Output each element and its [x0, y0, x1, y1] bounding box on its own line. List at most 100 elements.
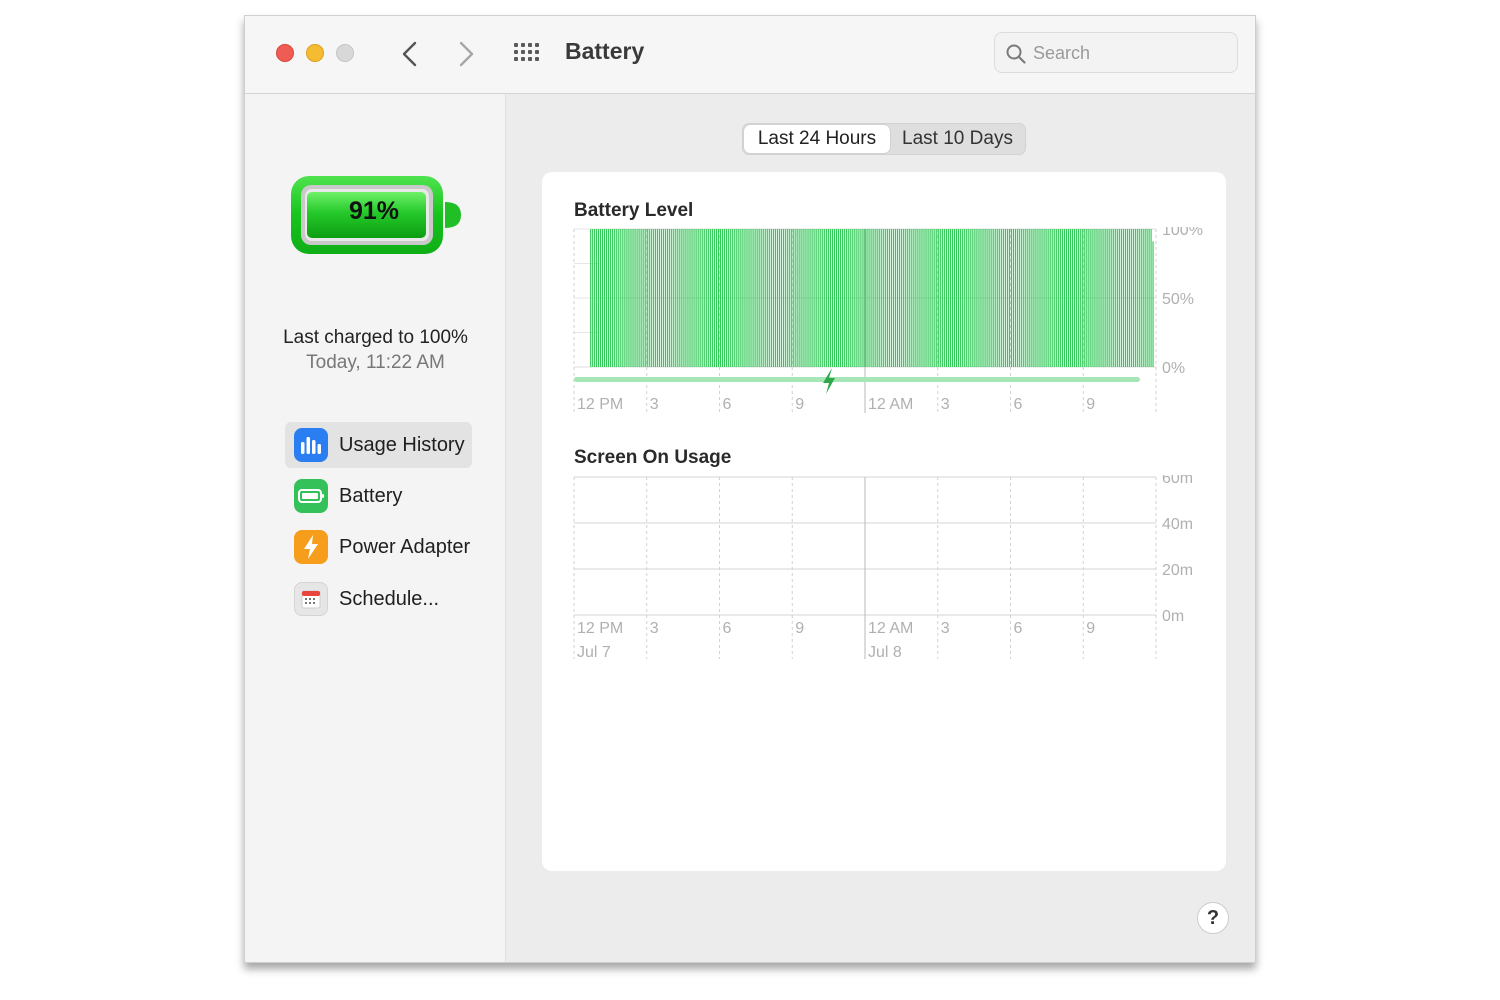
- battery-level-bar: [1079, 229, 1081, 367]
- battery-level-bar: [664, 229, 667, 367]
- battery-level-bar: [904, 229, 906, 367]
- minimize-window-button[interactable]: [306, 44, 324, 62]
- battery-level-bar: [995, 229, 997, 367]
- x-tick-label: 9: [1086, 620, 1095, 637]
- battery-level-bar: [1119, 229, 1121, 367]
- x-tick-label: 3: [650, 620, 659, 637]
- battery-level-bar: [991, 229, 993, 367]
- search-input[interactable]: [1033, 39, 1229, 67]
- sidebar-item-battery[interactable]: Battery: [285, 473, 402, 519]
- battery-level-bar: [649, 229, 651, 367]
- battery-level-bar: [796, 229, 798, 367]
- battery-level-bar: [863, 229, 865, 367]
- y-tick-label: 100%: [1162, 227, 1203, 239]
- zoom-window-button[interactable]: [336, 44, 354, 62]
- battery-level-bar: [778, 229, 781, 367]
- x-tick-label: 9: [795, 620, 804, 637]
- battery-level-bar: [969, 229, 971, 367]
- sidebar-item-power-adapter[interactable]: Power Adapter: [285, 524, 470, 570]
- battery-level-bar: [1083, 229, 1085, 367]
- battery-level-bar: [1128, 229, 1131, 367]
- battery-level-bar: [1040, 229, 1042, 367]
- close-window-button[interactable]: [276, 44, 294, 62]
- x-tick-label: 12 AM: [868, 620, 913, 637]
- battery-level-bar: [786, 229, 788, 367]
- battery-level-bar: [694, 229, 696, 367]
- battery-level-bar: [1150, 229, 1152, 367]
- chart-card: Battery Level 12 PM 3 6 9 12 AM 3 6 9 100% 50% 0% …: [542, 172, 1226, 871]
- x-tick-label: 3: [650, 396, 659, 413]
- battery-level-bar: [794, 229, 796, 367]
- battery-level-bar: [1054, 229, 1056, 367]
- battery-level-bar: [1020, 229, 1022, 367]
- back-chevron-icon[interactable]: [395, 38, 427, 70]
- battery-level-bar: [708, 229, 710, 367]
- battery-level-bar: [831, 229, 834, 367]
- battery-level-bar: [965, 229, 967, 367]
- battery-level-bar: [961, 229, 963, 367]
- battery-level-bar: [881, 229, 883, 367]
- battery-percent-label: 91%: [348, 197, 400, 225]
- battery-level-bar: [816, 229, 818, 367]
- battery-level-bar: [908, 229, 910, 367]
- search-field[interactable]: [994, 32, 1238, 73]
- battery-level-bar: [1105, 229, 1107, 367]
- battery-level-bar: [769, 229, 771, 367]
- battery-level-bar: [1087, 229, 1089, 367]
- battery-level-bar: [1140, 229, 1142, 367]
- sidebar-item-usage-history[interactable]: Usage History: [285, 422, 472, 468]
- battery-level-bar: [767, 229, 769, 367]
- forward-chevron-icon[interactable]: [449, 38, 481, 70]
- battery-level-bar: [672, 229, 674, 367]
- battery-level-bar: [1134, 229, 1136, 367]
- battery-level-bar: [613, 229, 615, 367]
- battery-level-bar: [710, 229, 712, 367]
- battery-level-bar: [818, 229, 820, 367]
- battery-level-bar: [1067, 229, 1070, 367]
- battery-level-bar: [1028, 229, 1030, 367]
- battery-level-bar: [643, 229, 645, 367]
- battery-level-bar: [855, 229, 857, 367]
- battery-level-bar: [916, 229, 918, 367]
- battery-level-bar: [727, 229, 729, 367]
- x-tick-label: 6: [1014, 396, 1023, 413]
- help-button[interactable]: ?: [1197, 902, 1229, 934]
- tab-last-10-days[interactable]: Last 10 Days: [892, 125, 1023, 153]
- battery-level-bar: [1034, 229, 1036, 367]
- battery-level-bar: [924, 229, 926, 367]
- battery-level-bar: [627, 229, 629, 367]
- battery-level-bar: [780, 229, 783, 367]
- battery-level-bar: [869, 229, 871, 367]
- battery-level-bar: [656, 229, 659, 367]
- battery-level-bar: [1146, 229, 1148, 367]
- battery-level-bar: [1001, 229, 1003, 367]
- tab-last-24-hours[interactable]: Last 24 Hours: [744, 125, 890, 153]
- battery-level-bar: [951, 229, 954, 367]
- sidebar-item-schedule[interactable]: Schedule...: [285, 576, 439, 622]
- battery-level-bar: [1050, 229, 1052, 367]
- battery-level-bar: [871, 229, 873, 367]
- battery-level-bar: [633, 229, 635, 367]
- battery-level-bar: [609, 229, 611, 367]
- battery-level-bar: [853, 229, 855, 367]
- show-all-grid-icon[interactable]: [511, 40, 543, 70]
- search-icon: [1006, 44, 1026, 64]
- x-tick-label: 3: [941, 396, 950, 413]
- battery-level-bar: [977, 229, 979, 367]
- usage-history-icon: [294, 428, 328, 462]
- battery-level-bar: [1152, 241, 1154, 367]
- main-content: Last 24 Hours Last 10 Days Battery Level…: [507, 94, 1255, 962]
- battery-level-bar: [623, 229, 625, 367]
- battery-level-bar: [1008, 229, 1011, 367]
- battery-level-bar: [655, 229, 657, 367]
- battery-level-bar: [888, 229, 891, 367]
- last-charged-time: Today, 11:22 AM: [306, 352, 445, 373]
- battery-level-bar: [660, 229, 663, 367]
- battery-level-bar: [757, 229, 759, 367]
- battery-level-bar: [603, 229, 606, 367]
- battery-level-bar: [737, 229, 739, 367]
- battery-level-title: Battery Level: [574, 200, 694, 221]
- battery-level-bar: [590, 229, 592, 367]
- battery-level-bar: [729, 229, 731, 367]
- x-tick-label: 9: [1086, 396, 1095, 413]
